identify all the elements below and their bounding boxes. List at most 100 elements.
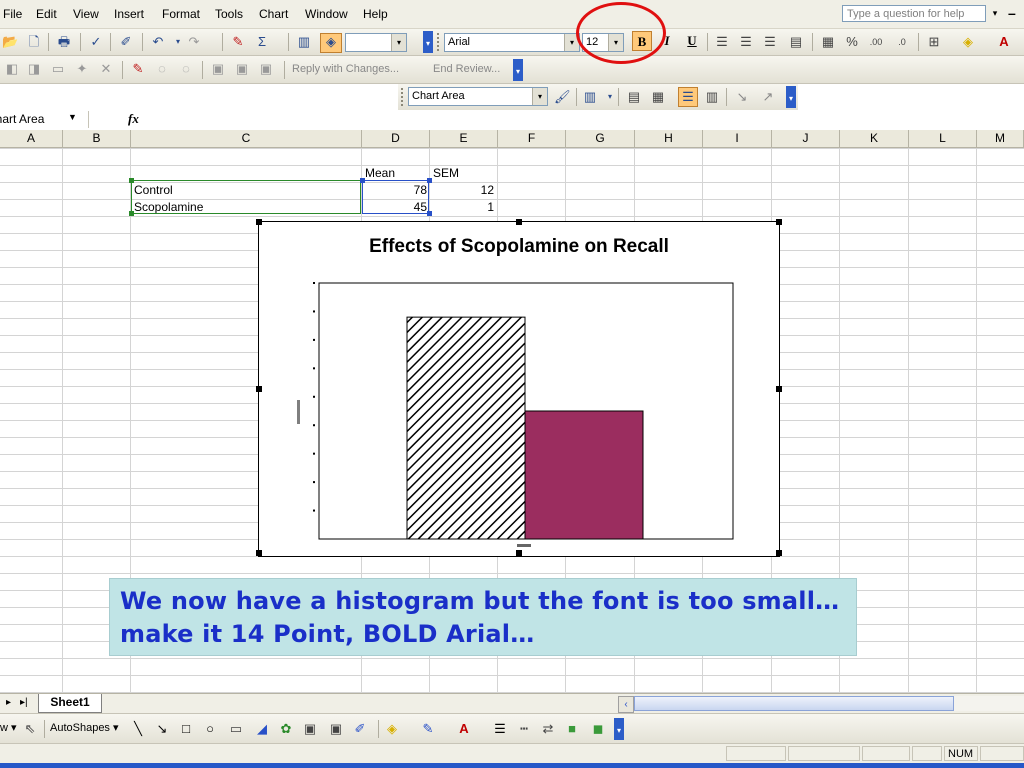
autosum-icon[interactable]: Σ <box>254 34 270 50</box>
range-handle[interactable] <box>427 211 432 216</box>
font-color-icon[interactable]: A <box>996 34 1012 50</box>
column-header-l[interactable]: L <box>909 130 977 147</box>
chart-type-icon[interactable]: ▥ <box>582 89 598 105</box>
align-right-icon[interactable]: ☰ <box>762 34 778 50</box>
line-color-icon[interactable]: ✎ <box>420 721 436 737</box>
review-icon[interactable]: ◧ <box>4 61 20 77</box>
horizontal-scrollbar-track[interactable] <box>954 696 1024 711</box>
column-header-k[interactable]: K <box>840 130 909 147</box>
menu-edit[interactable]: Edit <box>36 7 57 21</box>
column-header-a[interactable]: A <box>0 130 63 147</box>
range-handle[interactable] <box>427 178 432 183</box>
format-painter-icon[interactable]: ✐ <box>118 34 134 50</box>
menu-format[interactable]: Format <box>162 7 200 21</box>
track-icon[interactable]: ▣ <box>210 61 226 77</box>
toolbar-options-icon[interactable]: ▾ <box>423 31 433 53</box>
wordart-icon[interactable]: ◢ <box>254 721 270 737</box>
minimize-icon[interactable]: – <box>1008 5 1016 21</box>
oval-icon[interactable]: ○ <box>202 721 218 737</box>
column-header-b[interactable]: B <box>63 130 131 147</box>
by-row-icon[interactable]: ☰ <box>678 87 698 107</box>
angle-text-up-icon[interactable]: ↗ <box>760 89 776 105</box>
highlight-icon[interactable]: ✦ <box>74 61 90 77</box>
toolbar-options-icon[interactable]: ▾ <box>786 86 796 108</box>
help-dropdown-icon[interactable]: ▾ <box>988 5 1002 22</box>
menu-chart[interactable]: Chart <box>259 7 288 21</box>
next-sheet-icon[interactable]: ▸ <box>6 697 11 708</box>
arrow-icon[interactable]: ↘ <box>154 721 170 737</box>
review-icon[interactable]: ◨ <box>26 61 42 77</box>
toolbar-options-icon[interactable]: ▾ <box>513 59 523 81</box>
chart-type-dropdown-icon[interactable]: ▾ <box>602 89 618 105</box>
line-icon[interactable]: ╲ <box>130 721 146 737</box>
picture-icon[interactable]: ▣ <box>328 721 344 737</box>
chart-area[interactable]: Effects of Scopolamine on Recall <box>256 219 782 557</box>
value-axis-tiny-label[interactable] <box>297 400 300 424</box>
chart-objects-dropdown-icon[interactable]: ▾ <box>532 88 547 105</box>
category-axis-tiny-label[interactable] <box>517 544 531 547</box>
arrow-style-icon[interactable]: ⇄ <box>540 721 556 737</box>
chart-resize-handle[interactable] <box>256 219 262 225</box>
zoom-dropdown-icon[interactable]: ▾ <box>391 34 406 51</box>
fill-color-icon[interactable]: ◈ <box>384 721 400 737</box>
decrease-decimal-icon[interactable]: .0 <box>894 34 910 50</box>
column-header-c[interactable]: C <box>131 130 362 147</box>
toolbar-options-icon[interactable]: ▾ <box>614 718 624 740</box>
chart-resize-handle[interactable] <box>776 386 782 392</box>
range-handle[interactable] <box>129 178 134 183</box>
text-box-icon[interactable]: ▭ <box>228 721 244 737</box>
autoshapes-button[interactable]: AutoShapes ▾ <box>50 721 119 734</box>
diagram-icon[interactable]: ✿ <box>278 721 294 737</box>
by-column-icon[interactable]: ▥ <box>704 89 720 105</box>
legend-icon[interactable]: ▤ <box>626 89 642 105</box>
cell-e-row2[interactable]: 1 <box>430 199 494 215</box>
chart-resize-handle[interactable] <box>776 550 782 556</box>
drawing-icon[interactable]: ◈ <box>320 33 342 53</box>
bar-control[interactable] <box>406 316 526 540</box>
dash-style-icon[interactable]: ┅ <box>516 721 532 737</box>
font-color-icon[interactable]: A <box>456 721 472 737</box>
track-icon[interactable]: ▣ <box>234 61 250 77</box>
underline-button[interactable]: U <box>682 31 702 51</box>
horizontal-scrollbar-thumb[interactable] <box>634 696 954 711</box>
ink-icon[interactable]: ✎ <box>130 61 146 77</box>
column-header-g[interactable]: G <box>566 130 635 147</box>
menu-file[interactable]: File <box>3 7 22 21</box>
cell-e-header[interactable]: SEM <box>433 165 459 181</box>
merge-center-icon[interactable]: ▤ <box>788 34 804 50</box>
column-header-j[interactable]: J <box>772 130 840 147</box>
reply-with-changes-button[interactable]: Reply with Changes... <box>292 63 399 75</box>
name-box-dropdown-icon[interactable]: ▼ <box>68 112 77 122</box>
undo-icon[interactable]: ↶ <box>150 34 166 50</box>
line-style-icon[interactable]: ☰ <box>492 721 508 737</box>
angle-text-down-icon[interactable]: ↘ <box>734 89 750 105</box>
ink-annotation-icon[interactable]: ✐ <box>352 721 368 737</box>
3d-icon[interactable]: ◼ <box>590 721 606 737</box>
chart-resize-handle[interactable] <box>256 386 262 392</box>
cell-d-header[interactable]: Mean <box>365 165 395 181</box>
track-icon[interactable]: ▣ <box>258 61 274 77</box>
permission-icon[interactable]: 🗋 <box>26 34 42 50</box>
chart-objects-combo[interactable]: Chart Area ▾ <box>408 87 548 106</box>
last-sheet-icon[interactable]: ▸| <box>20 697 28 708</box>
range-handle[interactable] <box>129 211 134 216</box>
zoom-combo[interactable]: ▾ <box>345 33 407 52</box>
data-table-icon[interactable]: ▦ <box>650 89 666 105</box>
align-center-icon[interactable]: ☰ <box>738 34 754 50</box>
comment-icon[interactable]: ▭ <box>50 61 66 77</box>
scroll-left-icon[interactable]: ‹ <box>618 696 634 713</box>
menu-view[interactable]: View <box>73 7 99 21</box>
help-search-input[interactable]: Type a question for help <box>842 5 986 22</box>
delete-comment-icon[interactable]: ✕ <box>98 61 114 77</box>
range-handle[interactable] <box>360 178 365 183</box>
menu-window[interactable]: Window <box>305 7 348 21</box>
open-icon[interactable]: 📂 <box>2 34 18 50</box>
bar-scopolamine[interactable] <box>524 410 644 540</box>
shadow-icon[interactable]: ■ <box>564 721 580 737</box>
select-objects-icon[interactable]: ⇖ <box>22 721 38 737</box>
end-review-button[interactable]: End Review... <box>433 63 500 75</box>
chart-wizard-icon[interactable]: ▥ <box>296 34 312 50</box>
column-header-d[interactable]: D <box>362 130 430 147</box>
currency-icon[interactable]: ▦ <box>820 34 836 50</box>
format-chart-area-icon[interactable]: 🖌 <box>554 89 571 105</box>
